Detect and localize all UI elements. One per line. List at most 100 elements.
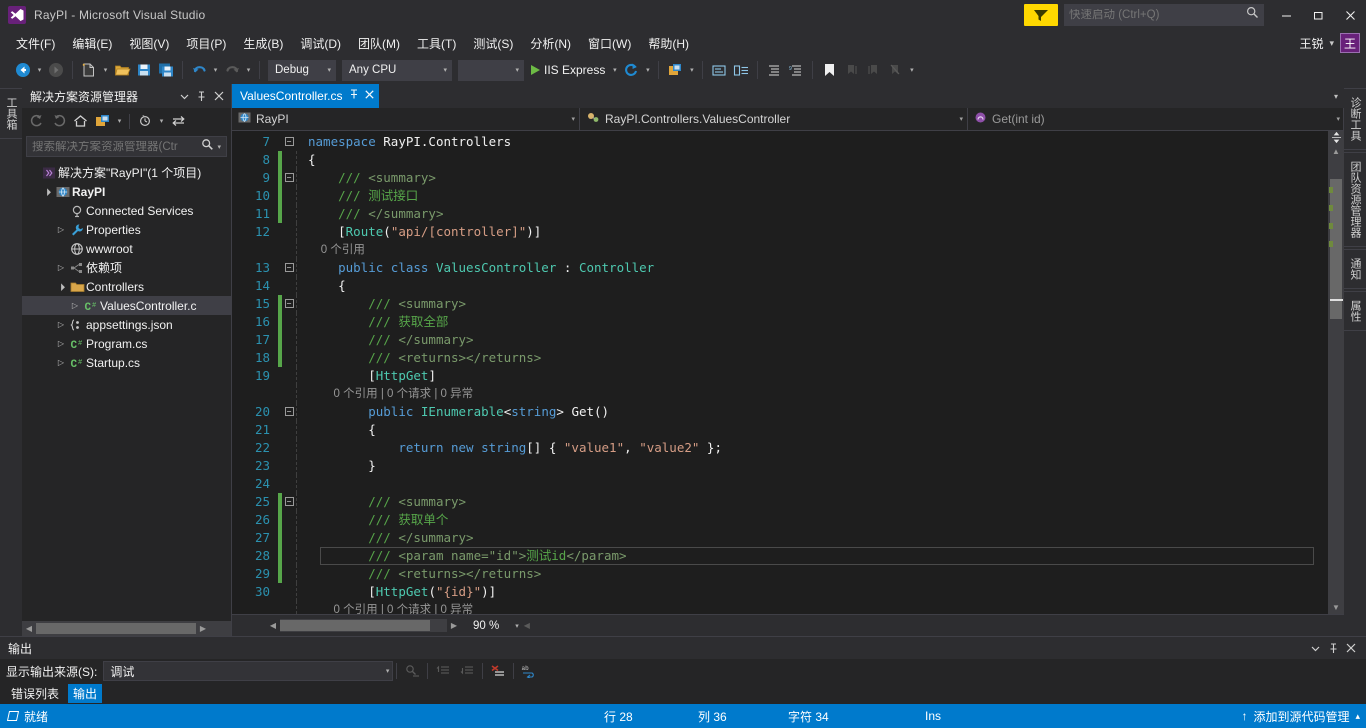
code-editor[interactable]: 7−namespace RayPI.Controllers8{9− /// <s… [232, 131, 1344, 614]
bookmark-icon[interactable] [818, 59, 840, 81]
navigate-back-caret-icon[interactable]: ▾ [34, 59, 45, 81]
menu-test[interactable]: 测试(S) [465, 32, 521, 55]
go-to-next-message-icon[interactable] [455, 660, 479, 682]
navigate-back-icon[interactable] [12, 59, 34, 81]
chevron-right-icon[interactable]: ▷ [54, 358, 68, 367]
solution-configuration-combo[interactable]: Debug ▾ [268, 60, 336, 81]
navbar-type-combo[interactable]: RayPI.Controllers.ValuesController ▾ [580, 108, 968, 130]
code-line[interactable]: 24 [232, 475, 1328, 493]
show-all-files-caret-icon[interactable]: ▾ [156, 110, 167, 132]
code-line[interactable]: 20− public IEnumerable<string> Get() [232, 403, 1328, 421]
collapse-region-icon[interactable]: − [282, 173, 296, 182]
code-line[interactable]: 21 { [232, 421, 1328, 439]
rail-tab-toolbox[interactable]: 工具箱 [0, 88, 23, 139]
code-line[interactable]: 19 [HttpGet] [232, 367, 1328, 385]
scroll-left-icon[interactable]: ◀ [266, 621, 280, 630]
next-bookmark-icon[interactable] [862, 59, 884, 81]
chevron-right-icon[interactable]: ▷ [54, 263, 68, 272]
code-line[interactable]: 8{ [232, 151, 1328, 169]
clear-all-icon[interactable] [486, 660, 510, 682]
code-lens-row[interactable]: 0 个引用 [232, 241, 1328, 259]
pin-icon[interactable] [1324, 638, 1342, 658]
feedback-icon[interactable] [1024, 4, 1058, 26]
menu-view[interactable]: 视图(V) [121, 32, 177, 55]
save-all-icon[interactable] [155, 59, 177, 81]
close-icon[interactable] [1342, 638, 1360, 658]
redo-caret-icon[interactable]: ▾ [243, 59, 254, 81]
tree-item[interactable]: ▷C#Startup.cs [22, 353, 231, 372]
new-project-icon[interactable] [78, 59, 100, 81]
tab-output[interactable]: 输出 [68, 684, 102, 703]
new-project-caret-icon[interactable]: ▾ [100, 59, 111, 81]
pin-icon[interactable] [349, 89, 359, 102]
extra-combo[interactable]: ▾ [458, 60, 524, 81]
menu-tools[interactable]: 工具(T) [409, 32, 464, 55]
code-line[interactable]: 28 /// <param name="id">测试id</param> [232, 547, 1328, 565]
tree-item[interactable]: Connected Services [22, 201, 231, 220]
chevron-down-icon[interactable] [1306, 638, 1324, 658]
close-icon[interactable] [365, 90, 374, 102]
home-icon[interactable] [70, 111, 91, 132]
toggle-word-wrap-icon[interactable]: ab [517, 660, 541, 682]
tree-item[interactable]: ▷C#ValuesController.c [22, 296, 231, 315]
search-options-caret-icon[interactable]: ▾ [214, 143, 224, 151]
indent-icon[interactable] [708, 59, 730, 81]
maximize-icon[interactable] [1302, 0, 1334, 30]
collapse-region-icon[interactable]: − [282, 299, 296, 308]
code-line[interactable]: 27 /// </summary> [232, 529, 1328, 547]
scroll-down-icon[interactable]: ▼ [1328, 600, 1344, 614]
menu-edit[interactable]: 编辑(E) [64, 32, 120, 55]
clear-bookmark-icon[interactable] [884, 59, 906, 81]
navigate-forward-icon[interactable] [45, 59, 67, 81]
tree-item[interactable]: ▷依赖项 [22, 258, 231, 277]
tree-item[interactable]: ▷appsettings.json [22, 315, 231, 334]
quick-launch-box[interactable] [1064, 4, 1264, 26]
solution-platform-combo[interactable]: Any CPU ▾ [342, 60, 452, 81]
tree-item[interactable]: ◢RayPI [22, 182, 231, 201]
scroll-left-icon[interactable]: ◀ [22, 624, 36, 633]
menu-window[interactable]: 窗口(W) [580, 32, 639, 55]
avatar[interactable]: 王 [1340, 33, 1360, 53]
close-icon[interactable] [1334, 0, 1366, 30]
code-line[interactable]: 10 /// 测试接口 [232, 187, 1328, 205]
chevron-down-icon[interactable]: ▾ [443, 66, 447, 74]
chevron-down-icon[interactable]: ▾ [327, 66, 331, 74]
code-lens-row[interactable]: 0 个引用 | 0 个请求 | 0 异常 [232, 601, 1328, 614]
chevron-down-icon[interactable]: ◢ [53, 279, 69, 295]
collapse-region-icon[interactable]: − [282, 407, 296, 416]
collapse-icon[interactable] [763, 59, 785, 81]
chevron-down-icon[interactable]: ▾ [959, 115, 963, 123]
search-input[interactable] [29, 141, 201, 153]
tree-item[interactable]: 解决方案"RayPI"(1 个项目) [22, 163, 231, 182]
menu-team[interactable]: 团队(M) [350, 32, 408, 55]
code-line[interactable]: 16 /// 获取全部 [232, 313, 1328, 331]
collapse-region-icon[interactable]: − [282, 497, 296, 506]
toolbar-overflow-icon[interactable]: ▾ [906, 59, 917, 81]
chevron-down-icon[interactable] [176, 87, 193, 105]
chevron-right-icon[interactable]: ▷ [54, 339, 68, 348]
code-line[interactable]: 29 /// <returns></returns> [232, 565, 1328, 583]
code-line[interactable]: 17 /// </summary> [232, 331, 1328, 349]
menu-project[interactable]: 项目(P) [178, 32, 234, 55]
back-icon[interactable] [26, 111, 47, 132]
status-source-control[interactable]: ↑ 添加到源代码管理 ▴ [1241, 708, 1360, 725]
show-all-files-icon[interactable]: T [134, 111, 155, 132]
split-view-icon[interactable] [1328, 131, 1344, 145]
code-line[interactable]: 13− public class ValuesController : Cont… [232, 259, 1328, 277]
rail-tab-notifications[interactable]: 通知 [1343, 249, 1366, 289]
code-line[interactable]: 12 [Route("api/[controller]")] [232, 223, 1328, 241]
debug-target-caret-icon[interactable]: ▾ [609, 59, 620, 81]
solution-search-box[interactable]: ▾ [26, 136, 227, 157]
chevron-down-icon[interactable]: ◢ [39, 184, 55, 200]
code-lines[interactable]: 7−namespace RayPI.Controllers8{9− /// <s… [232, 131, 1328, 614]
collapse-region-icon[interactable]: − [282, 263, 296, 272]
scrollbar-thumb[interactable] [280, 620, 430, 631]
menu-file[interactable]: 文件(F) [8, 32, 63, 55]
tree-item[interactable]: ◢Controllers [22, 277, 231, 296]
code-line[interactable]: 25− /// <summary> [232, 493, 1328, 511]
solution-config-caret-icon[interactable]: ▾ [686, 59, 697, 81]
navbar-project-combo[interactable]: RayPI ▾ [232, 108, 580, 130]
menu-build[interactable]: 生成(B) [235, 32, 291, 55]
minimize-icon[interactable] [1270, 0, 1302, 30]
redo-icon[interactable] [221, 59, 243, 81]
